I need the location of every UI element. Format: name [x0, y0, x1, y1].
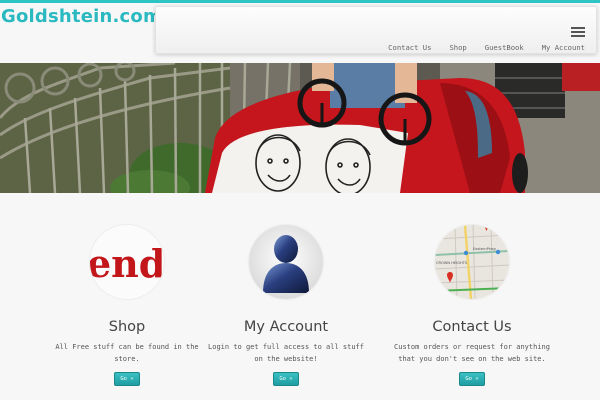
- map-icon[interactable]: EasternPkwy CROWN HEIGHTS: [435, 225, 509, 299]
- hero-photo-illustration: [0, 63, 600, 193]
- account-go-button[interactable]: Go »: [273, 372, 299, 386]
- contact-go-button[interactable]: Go »: [459, 372, 485, 386]
- navigation-bar: Contact Us Shop GuestBook My Account: [155, 6, 597, 54]
- hero-banner-image: [0, 63, 600, 193]
- feature-description: Custom orders or request for anything th…: [394, 343, 550, 363]
- feature-contact-us: EasternPkwy CROWN HEIGHTS Contact Us Cus…: [382, 225, 562, 386]
- shop-logo-text: end: [90, 241, 164, 286]
- map-street-label: EasternPkwy: [473, 247, 497, 251]
- nav-links: Contact Us Shop GuestBook My Account: [388, 43, 585, 52]
- shop-logo-icon[interactable]: end: [90, 225, 164, 299]
- nav-my-account[interactable]: My Account: [542, 43, 585, 52]
- feature-title: My Account: [243, 319, 329, 335]
- user-silhouette-icon[interactable]: [249, 225, 323, 299]
- hamburger-menu-icon[interactable]: [571, 27, 585, 37]
- feature-description: Login to get full access to all stuff on…: [208, 343, 364, 363]
- shop-go-button[interactable]: Go »: [114, 372, 140, 386]
- site-logo[interactable]: Goldshtein.com: [1, 6, 162, 27]
- nav-contact-us[interactable]: Contact Us: [388, 43, 431, 52]
- feature-description: All Free stuff can be found in the store…: [55, 343, 199, 363]
- feature-title: Shop: [108, 319, 146, 335]
- nav-guestbook[interactable]: GuestBook: [485, 43, 524, 52]
- top-accent-line: [0, 0, 600, 3]
- feature-my-account: My Account Login to get full access to a…: [196, 225, 376, 386]
- nav-shop[interactable]: Shop: [449, 43, 466, 52]
- map-area-label: CROWN HEIGHTS: [436, 261, 468, 265]
- feature-shop: end Shop All Free stuff can be found in …: [37, 225, 217, 386]
- feature-title: Contact Us: [432, 319, 512, 335]
